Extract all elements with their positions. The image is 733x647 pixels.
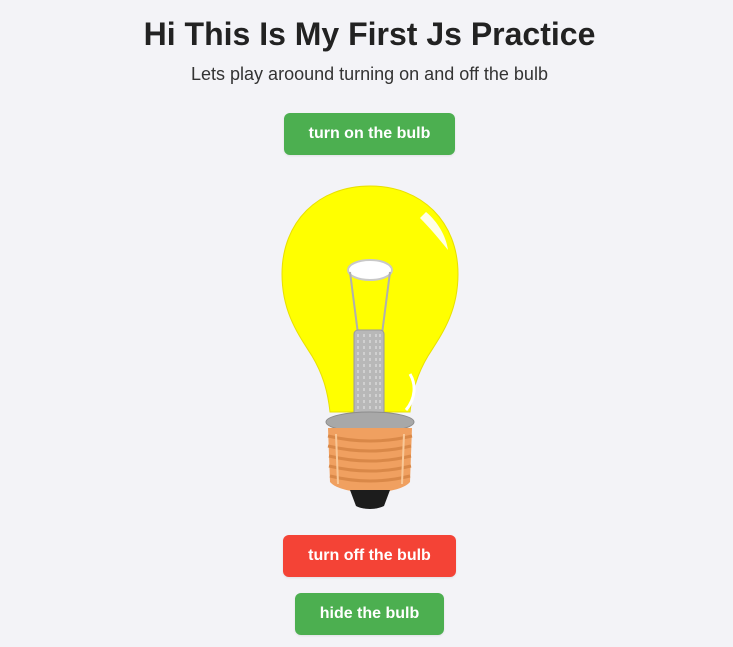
page: Hi This Is My First Js Practice Lets pla…	[0, 0, 733, 647]
page-subtitle: Lets play aroound turning on and off the…	[191, 64, 548, 84]
page-title: Hi This Is My First Js Practice	[143, 16, 596, 52]
turn-on-bulb-button[interactable]: turn on the bulb	[284, 113, 455, 155]
light-bulb-image	[281, 185, 459, 509]
filament-ring	[347, 259, 393, 281]
hide-bulb-button[interactable]: hide the bulb	[295, 593, 444, 635]
bulb-tip	[350, 490, 390, 509]
turn-off-bulb-button[interactable]: turn off the bulb	[283, 535, 456, 577]
